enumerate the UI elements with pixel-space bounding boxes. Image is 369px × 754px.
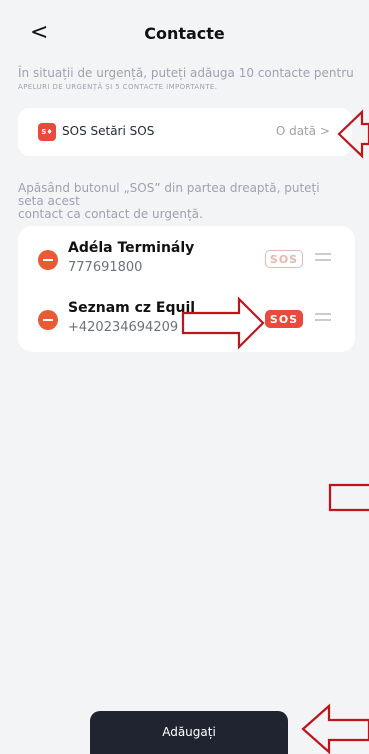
instructions-line-3: contact ca contact de urgență. [18,207,203,221]
add-contact-button[interactable]: Adăugați [90,711,288,754]
contact-row[interactable]: Adéla Terminály 777691800 SOS [18,234,355,290]
annotation-box-right [328,483,369,512]
page-title: Contacte [144,24,225,43]
drag-handle-icon[interactable] [315,253,331,265]
intro-line-1: În situații de urgență, puteți adăuga 10… [18,66,354,80]
sos-toggle-button[interactable]: SOS [265,250,303,268]
annotation-arrow-add-button [301,703,369,754]
sos-settings-label: SOS Setări SOS [62,124,155,138]
intro-line-2: apeluri de urgență și 5 contacte importa… [18,83,218,91]
contact-row[interactable]: Seznam cz Equil +420234694209 SOS [18,294,355,350]
remove-contact-icon[interactable] [38,250,58,270]
sos-toggle-button[interactable]: SOS [265,310,303,328]
contact-phone: +420234694209 [68,320,179,335]
contacts-list: Adéla Terminály 777691800 SOS Seznam cz … [18,226,355,352]
intro-text: În situații de urgență, puteți adăuga 10… [18,66,368,94]
contact-phone: 777691800 [68,260,143,275]
contact-name: Seznam cz Equil [68,300,196,316]
drag-handle-icon[interactable] [315,313,331,325]
sos-frequency-value[interactable]: O dată > [276,124,330,138]
sos-settings-row[interactable]: S♦ SOS Setări SOS O dată > [18,108,352,156]
remove-contact-icon[interactable] [38,310,58,330]
instructions-text: Apăsând butonul „SOS” din partea dreaptă… [18,182,366,221]
sos-app-icon: S♦ [38,123,56,141]
contact-name: Adéla Terminály [68,240,195,256]
header: < Contacte [0,20,369,46]
